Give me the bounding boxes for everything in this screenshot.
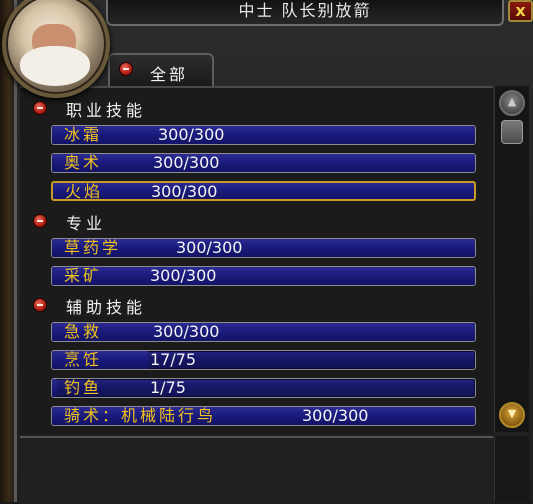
- skill-name: 采矿: [64, 266, 103, 285]
- skill-value: 300/300: [151, 182, 218, 201]
- close-icon: x: [515, 1, 526, 20]
- skill-detail-pane: [20, 436, 493, 504]
- skill-bar-fill: [52, 323, 475, 341]
- skill-value: 300/300: [150, 266, 217, 285]
- scroll-down-button[interactable]: ▼: [499, 402, 525, 428]
- portrait-beard: [20, 46, 90, 86]
- category-label: 职业技能: [66, 101, 147, 120]
- skill-value: 300/300: [176, 238, 243, 257]
- close-button[interactable]: x: [508, 0, 533, 22]
- category-label: 辅助技能: [66, 298, 147, 317]
- skill-bar[interactable]: 钓鱼 1/75: [51, 378, 476, 398]
- skill-value: 1/75: [150, 378, 186, 397]
- category-label: 专业: [66, 214, 107, 233]
- minus-icon[interactable]: [33, 298, 47, 312]
- detail-scrollbar[interactable]: [494, 436, 529, 502]
- skill-value: 300/300: [153, 322, 220, 341]
- skill-bar[interactable]: 烹饪 17/75: [51, 350, 476, 370]
- filter-tab-all[interactable]: 全部: [108, 53, 214, 90]
- skill-name: 急救: [64, 322, 103, 341]
- skill-value: 17/75: [150, 350, 197, 369]
- skill-name: 奥术: [64, 153, 103, 172]
- scroll-thumb[interactable]: [501, 120, 523, 144]
- minus-icon[interactable]: [33, 101, 47, 115]
- skill-bar[interactable]: 骑术：机械陆行鸟 300/300: [51, 406, 476, 426]
- skill-bar-fill: [52, 379, 58, 397]
- skill-value: 300/300: [153, 153, 220, 172]
- skill-name: 火焰: [65, 182, 104, 201]
- skill-bar[interactable]: 奥术 300/300: [51, 153, 476, 173]
- skill-list-scrollbar[interactable]: ▲ ▼: [494, 86, 529, 432]
- scroll-up-icon: ▲: [507, 95, 517, 108]
- window-title: 中士 队长别放箭: [106, 0, 504, 26]
- skill-bar-fill: [52, 267, 475, 285]
- skill-name: 冰霜: [64, 125, 103, 144]
- skill-name: 烹饪: [64, 350, 103, 369]
- minus-icon[interactable]: [33, 214, 47, 228]
- skill-name: 草药学: [64, 238, 122, 257]
- skill-bar-fill: [52, 126, 475, 144]
- scroll-up-button[interactable]: ▲: [499, 90, 525, 116]
- minus-icon[interactable]: [119, 62, 133, 76]
- skill-bar[interactable]: 采矿 300/300: [51, 266, 476, 286]
- skill-bar-selected[interactable]: 火焰 300/300: [51, 181, 476, 201]
- skill-name: 骑术：机械陆行鸟: [64, 406, 217, 425]
- skill-bar[interactable]: 草药学 300/300: [51, 238, 476, 258]
- skill-name: 钓鱼: [64, 378, 103, 397]
- skill-bar-fill: [52, 154, 475, 172]
- skill-bar-fill: [53, 183, 474, 199]
- skill-value: 300/300: [158, 125, 225, 144]
- skill-bar[interactable]: 急救 300/300: [51, 322, 476, 342]
- filter-tab-label: 全部: [150, 65, 189, 84]
- skill-list: 职业技能 冰霜 300/300 奥术 300/300 火焰 300/300 专业…: [20, 86, 493, 434]
- skill-bar[interactable]: 冰霜 300/300: [51, 125, 476, 145]
- skill-value: 300/300: [302, 406, 369, 425]
- scroll-down-icon: ▼: [507, 407, 517, 420]
